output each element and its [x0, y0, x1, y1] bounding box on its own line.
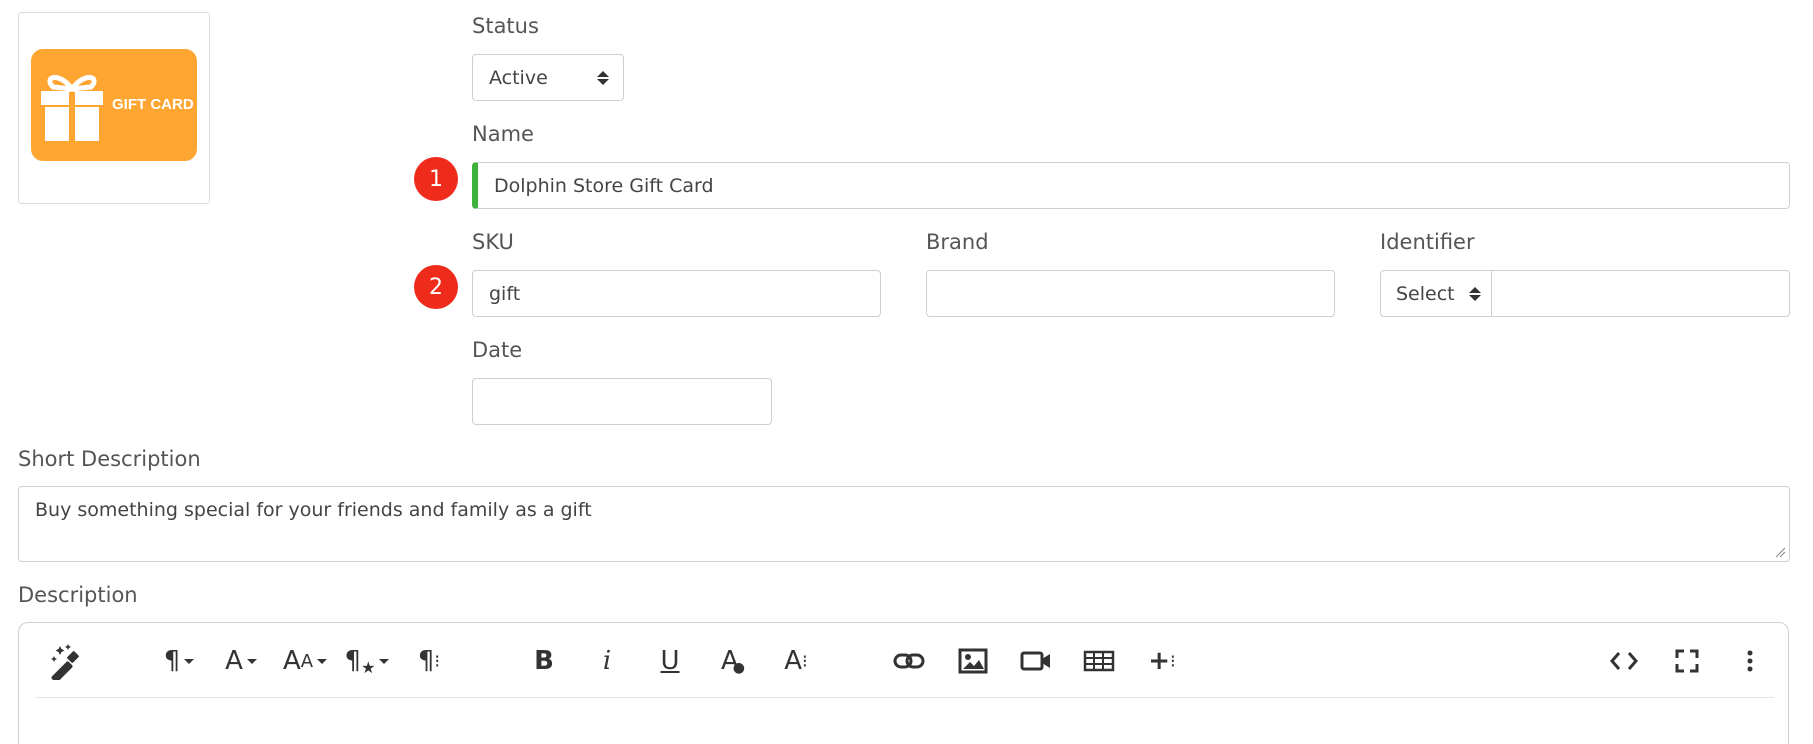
bold-icon[interactable]: B	[524, 641, 564, 681]
short-description-label: Short Description	[18, 447, 201, 471]
video-icon[interactable]	[1016, 641, 1056, 681]
product-image-thumbnail[interactable]: GIFT CARD	[18, 12, 210, 204]
date-label: Date	[472, 338, 523, 362]
annotation-marker-1: 1	[414, 157, 458, 201]
more-insert-icon[interactable]: + ⁝	[1142, 641, 1182, 681]
gift-box-icon: GIFT CARD	[31, 49, 197, 161]
sku-input-value: gift	[489, 282, 521, 305]
link-icon[interactable]	[889, 641, 929, 681]
resize-handle-icon[interactable]	[1774, 546, 1786, 558]
short-description-value: Buy something special for your friends a…	[35, 499, 592, 521]
date-input[interactable]	[472, 378, 772, 425]
short-description-textarea[interactable]: Buy something special for your friends a…	[18, 486, 1790, 562]
gift-card-label: GIFT CARD	[112, 96, 194, 113]
identifier-type-select[interactable]: Select	[1380, 270, 1492, 317]
identifier-label: Identifier	[1380, 230, 1475, 254]
more-text-icon[interactable]: A ⁝	[776, 641, 816, 681]
name-input[interactable]: Dolphin Store Gift Card	[472, 162, 1790, 209]
brand-label: Brand	[926, 230, 989, 254]
identifier-type-value: Select	[1396, 282, 1455, 305]
status-select-value: Active	[489, 66, 548, 89]
font-size-icon[interactable]: AA	[277, 641, 333, 681]
toolbar-divider	[35, 697, 1774, 698]
status-select[interactable]: Active	[472, 54, 624, 101]
name-input-value: Dolphin Store Gift Card	[494, 174, 714, 197]
italic-icon[interactable]: i	[587, 641, 627, 681]
description-rich-text-editor[interactable]: ¶ A AA ¶ ★ ¶ ⁝ B i U A ● A ⁝ + ⁝	[18, 622, 1789, 744]
table-icon[interactable]	[1079, 641, 1119, 681]
font-family-icon[interactable]: A	[219, 641, 263, 681]
brand-input[interactable]	[926, 270, 1335, 317]
sku-input[interactable]: gift	[472, 270, 881, 317]
select-caret-icon	[597, 70, 609, 85]
description-label: Description	[18, 583, 138, 607]
fullscreen-icon[interactable]	[1667, 641, 1707, 681]
identifier-input[interactable]	[1491, 270, 1790, 317]
sku-label: SKU	[472, 230, 514, 254]
more-options-icon[interactable]	[1730, 641, 1770, 681]
image-icon[interactable]	[953, 641, 993, 681]
more-paragraph-icon[interactable]: ¶ ⁝	[409, 641, 449, 681]
code-view-icon[interactable]	[1604, 641, 1644, 681]
text-color-icon[interactable]: A ●	[713, 641, 753, 681]
status-label: Status	[472, 14, 539, 38]
annotation-marker-2: 2	[414, 265, 458, 309]
name-label: Name	[472, 122, 534, 146]
select-caret-icon	[1469, 286, 1481, 301]
underline-icon[interactable]: U	[650, 641, 690, 681]
paragraph-format-icon[interactable]: ¶	[157, 641, 201, 681]
magic-wand-icon[interactable]	[47, 641, 91, 681]
paragraph-style-icon[interactable]: ¶ ★	[341, 641, 393, 681]
